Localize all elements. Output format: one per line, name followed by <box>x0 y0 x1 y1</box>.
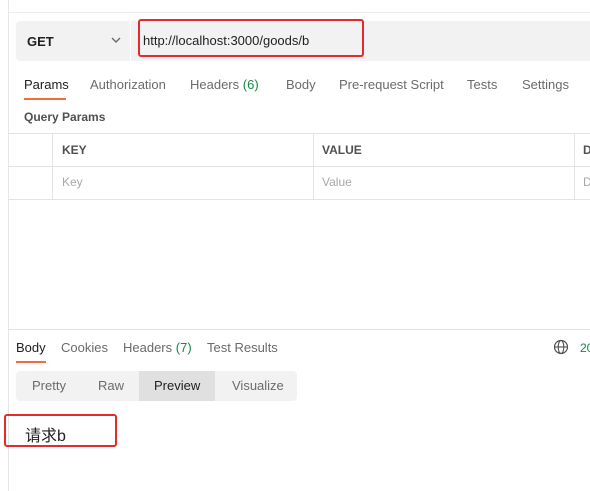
tab-body[interactable]: Body <box>286 77 316 92</box>
params-table <box>8 133 590 200</box>
response-tab-headers-count: (7) <box>175 340 192 355</box>
response-tab-test-results[interactable]: Test Results <box>207 340 278 355</box>
column-header-description: D <box>583 143 590 157</box>
view-raw-button[interactable]: Raw <box>98 378 124 393</box>
response-active-tab-indicator <box>16 361 46 363</box>
column-header-key: KEY <box>62 143 87 157</box>
tab-authorization[interactable]: Authorization <box>90 77 166 92</box>
url-highlight-box <box>138 19 364 57</box>
response-highlight-box <box>4 414 117 447</box>
tab-tests[interactable]: Tests <box>467 77 497 92</box>
key-input[interactable]: Key <box>62 175 83 189</box>
tab-headers-label: Headers <box>190 77 240 92</box>
method-label: GET <box>27 34 54 49</box>
tab-headers[interactable]: Headers (6) <box>190 77 259 92</box>
globe-icon[interactable] <box>553 339 569 355</box>
tab-settings[interactable]: Settings <box>522 77 569 92</box>
tab-params[interactable]: Params <box>24 77 69 92</box>
view-pretty-button[interactable]: Pretty <box>32 378 66 393</box>
response-tab-headers[interactable]: Headers (7) <box>123 340 192 355</box>
tab-pre-request-script[interactable]: Pre-request Script <box>339 77 444 92</box>
response-tab-body[interactable]: Body <box>16 340 46 355</box>
panel-top-border <box>8 12 590 13</box>
tab-headers-count: (6) <box>242 77 259 92</box>
active-tab-indicator <box>24 98 66 100</box>
view-visualize-button[interactable]: Visualize <box>232 378 284 393</box>
column-header-value: VALUE <box>322 143 362 157</box>
description-input[interactable]: D <box>583 175 590 189</box>
response-tab-cookies[interactable]: Cookies <box>61 340 108 355</box>
status-code: 20 <box>580 341 590 355</box>
response-tab-headers-label: Headers <box>123 340 173 355</box>
view-preview-button[interactable]: Preview <box>154 378 200 393</box>
value-input[interactable]: Value <box>322 175 352 189</box>
query-params-title: Query Params <box>24 110 106 124</box>
pane-divider[interactable] <box>8 329 590 330</box>
chevron-down-icon[interactable] <box>110 34 122 46</box>
